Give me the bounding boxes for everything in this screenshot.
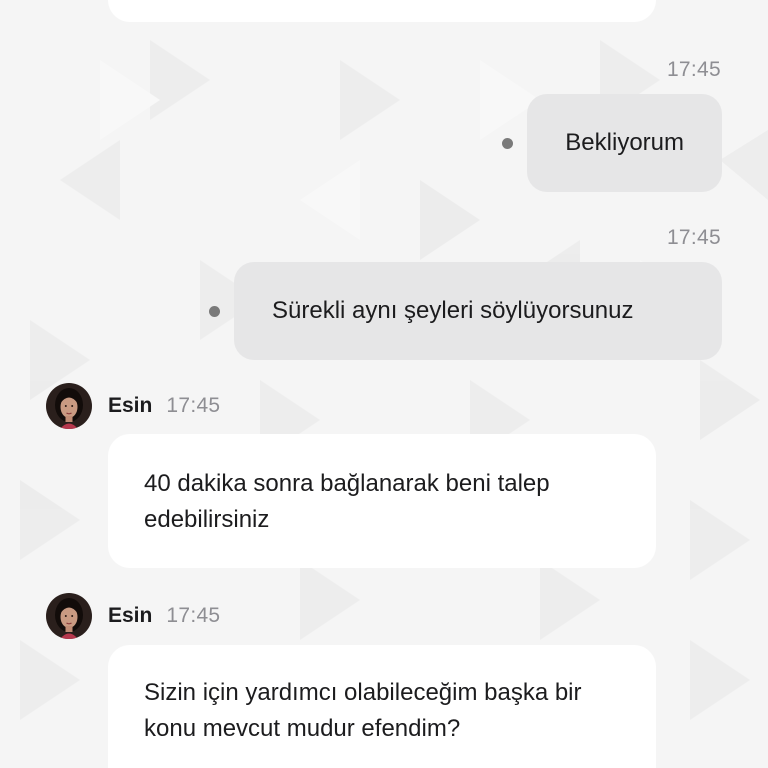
message-text: 40 dakika sonra bağlanarak beni talep ed… bbox=[144, 470, 550, 533]
incoming-message-bubble[interactable]: 40 dakika sonra bağlanarak beni talep ed… bbox=[108, 434, 656, 568]
incoming-message-header: Esin 17:45 bbox=[46, 383, 220, 429]
outgoing-message-row: Sürekli aynı şeyleri söylüyorsunuz bbox=[209, 262, 722, 360]
outgoing-message-row: Bekliyorum bbox=[502, 94, 722, 192]
message-timestamp: 17:45 bbox=[666, 226, 721, 249]
sent-dot-icon bbox=[502, 137, 514, 149]
outgoing-message-bubble[interactable]: Bekliyorum bbox=[527, 94, 722, 192]
message-text: Sürekli aynı şeyleri söylüyorsunuz bbox=[272, 297, 634, 324]
incoming-message-bubble[interactable]: Sizin için yardımcı olabileceğim başka b… bbox=[108, 645, 656, 768]
message-timestamp: 17:45 bbox=[166, 604, 221, 627]
sender-name: Esin bbox=[108, 394, 153, 417]
agent-avatar[interactable] bbox=[46, 593, 92, 639]
message-timestamp: 17:45 bbox=[666, 58, 721, 81]
sender-name: Esin bbox=[108, 604, 153, 627]
outgoing-message-bubble[interactable]: Sürekli aynı şeyleri söylüyorsunuz bbox=[234, 262, 722, 360]
message-timestamp: 17:45 bbox=[166, 394, 221, 417]
message-text: Bekliyorum bbox=[565, 129, 684, 156]
chat-thread[interactable]: 17:45 Bekliyorum 17:45 Sürekli aynı şeyl… bbox=[0, 0, 768, 768]
message-text: Sizin için yardımcı olabileceğim başka b… bbox=[144, 679, 582, 742]
incoming-message-header: Esin 17:45 bbox=[46, 593, 220, 639]
sent-dot-icon bbox=[209, 305, 220, 317]
agent-avatar[interactable] bbox=[46, 383, 92, 429]
incoming-message-bubble-partial bbox=[108, 0, 656, 22]
